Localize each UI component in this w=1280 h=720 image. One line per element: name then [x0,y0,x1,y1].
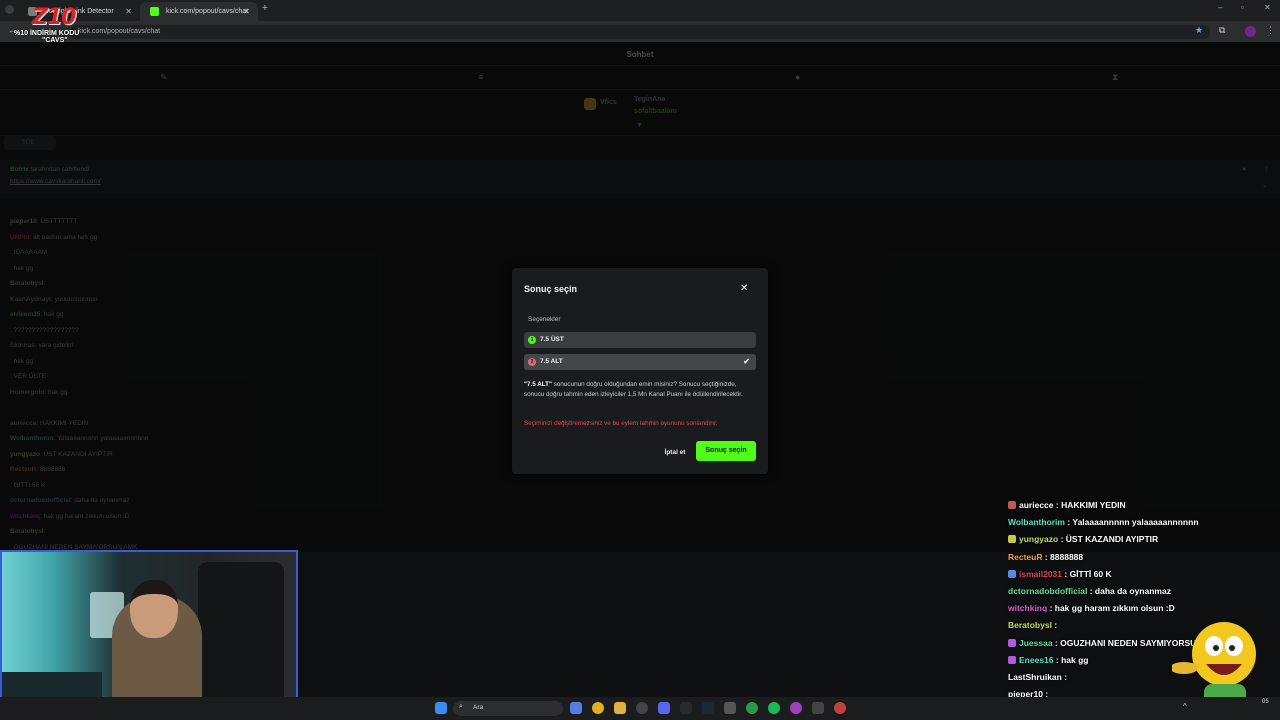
windows-taskbar: ⌕ Ara ^ 05 [0,697,1280,720]
option-label: 7.5 ALT [540,358,563,365]
overlay-chat-message: Wolbanthorim : Yalaaaannnnn yalaaaaannnn… [1008,517,1199,527]
option-7-5-alt[interactable]: 2 7.5 ALT ✔ [524,354,756,370]
app-icon[interactable] [812,702,824,714]
user-badge-icon [1008,638,1016,647]
logo-mark: Z10 [32,5,77,30]
address-bar-row: ← kick.com/popout/cavs/chat ★ ⧉ ⋮ [0,21,1280,42]
cancel-button[interactable]: İptal et [658,446,692,460]
webcam-head [130,580,178,638]
extensions-icon[interactable]: ⧉ [1219,25,1225,36]
profile-avatar[interactable] [1245,26,1256,37]
overlay-chat-message: Beratobysl : [1008,620,1057,630]
overlay-text: : hak gg haram zıkkım olsun :D [1049,603,1175,614]
options-label: Seçenekler [528,316,561,323]
user-badge-icon [1008,655,1016,664]
spotify-icon[interactable] [768,702,780,714]
user-badge-icon [1008,569,1016,578]
search-icon: ⌕ [459,703,463,710]
overlay-chat-message: dctornadobdofficial : daha da oynanmaz [1008,586,1171,596]
overlay-chat-message: yungyazo : ÜST KAZANDI AYIPTIR [1008,534,1158,544]
user-badge-icon [1008,501,1016,509]
search-placeholder: Ara [473,704,484,711]
overlay-chat-message: witchkinq : hak gg haram zıkkım olsun :D [1008,603,1175,613]
clock[interactable]: 05 [1262,699,1269,705]
overlay-text: : GİTTİ 60 K [1064,568,1112,579]
overlay-username: Beratobysl [1008,620,1055,631]
confirmation-body: sonucunun doğru olduğundan emin misiniz?… [524,381,743,398]
chrome-icon[interactable] [592,702,604,714]
overlay-text: : [1064,672,1068,682]
maximize-icon[interactable]: ▫ [1241,3,1244,12]
url-field[interactable]: kick.com/popout/cavs/chat [70,25,1210,39]
tab-title: kick.com/popout/cavs/chat [166,8,249,15]
warning-text: Seçiminizi değiştiremezsiniz ve bu eylem… [524,420,718,427]
overlay-username: RecteuR [1008,551,1045,562]
browser-icon[interactable] [790,702,802,714]
overlay-text: : 8888888 [1044,551,1084,562]
overlay-username: witchkinq [1008,603,1050,614]
close-tab-icon[interactable]: ✕ [125,7,132,16]
overlay-chat-message: ismail2031 : GİTTİ 60 K [1008,569,1112,579]
close-window-icon[interactable]: ✕ [1264,3,1271,12]
overlay-username: LastShruikan [1008,672,1065,682]
overlay-username: dctornadobdofficial [1008,586,1090,596]
obs-icon[interactable] [636,702,648,714]
streamer-webcam [0,550,298,720]
browser-tab-bar: BotSight Link Detector ✕ kick.com/popout… [0,0,1280,21]
overlay-text: : ÜST KAZANDI AYIPTIR [1060,534,1159,545]
user-badge-icon [1008,535,1016,544]
bookmark-star-icon[interactable]: ★ [1195,25,1203,36]
windows-start-icon[interactable] [435,702,447,714]
app-icon[interactable] [724,702,736,714]
overlay-username: yungyazo [1019,534,1061,545]
tab-menu-icon[interactable] [5,5,14,14]
modal-title: Sonuç seçin [524,284,578,294]
option-label: 7.5 ÜST [540,336,564,343]
overlay-chat-message: RecteuR : 8888888 [1008,552,1083,562]
overlay-username: auriecce [1019,500,1056,510]
sponsor-logo: Z10 %10 İNDİRİM KODU "CAVS" [14,5,80,45]
checkmark-icon: ✔ [743,357,750,366]
minimize-icon[interactable]: – [1218,3,1222,12]
new-tab-icon[interactable]: + [262,3,268,14]
option-number-badge: 1 [528,336,536,344]
overlay-text: : [1054,620,1058,631]
option-number-badge: 2 [528,358,536,366]
overlay-chat-message: LastShruikan : [1008,672,1067,682]
file-explorer-icon[interactable] [614,702,626,714]
close-tab-icon[interactable]: ✕ [243,7,250,16]
app-icon[interactable] [680,702,692,714]
kick-favicon-icon [150,7,159,16]
select-outcome-modal: Sonuç seçin ✕ Seçenekler 1 7.5 ÜST 2 7.5… [512,268,768,474]
browser-menu-icon[interactable]: ⋮ [1266,25,1275,36]
overlay-username: ismail2031 [1019,568,1065,579]
confirmation-text: "7.5 ALT" sonucunun doğru olduğundan emi… [524,380,758,399]
overlay-chat-message: auriecce : HAKKIMI YEDIN [1008,500,1126,510]
overlay-username: Enees16 [1019,654,1056,665]
option-7-5-ust[interactable]: 1 7.5 ÜST [524,332,756,348]
overlay-text: : HAKKIMI YEDIN [1055,500,1126,510]
overlay-username: Juessaa [1019,637,1055,648]
overlay-username: Wolbanthorim [1008,517,1068,528]
tab-kick-chat[interactable]: kick.com/popout/cavs/chat ✕ [140,2,258,21]
system-tray-chevron-icon[interactable]: ^ [1183,702,1187,711]
select-outcome-button[interactable]: Sonuç seçin [696,441,756,461]
app-icon[interactable] [746,702,758,714]
steam-icon[interactable] [702,702,714,714]
app-icon[interactable] [834,702,846,714]
taskbar-search[interactable]: ⌕ Ara [453,701,563,716]
discord-icon[interactable] [658,702,670,714]
copilot-icon[interactable] [570,702,582,714]
selected-option-name: "7.5 ALT" [524,381,553,388]
close-icon[interactable]: ✕ [740,283,748,294]
overlay-text: : hak gg [1055,654,1089,665]
logo-promo-line-1: %10 İNDİRİM KODU [14,30,80,37]
overlay-text: : daha da oynanmaz [1089,586,1171,596]
overlay-text: : Yalaaaannnnn yalaaaaannnnnn [1067,517,1199,528]
overlay-chat-message: Enees16 : hak gg [1008,655,1088,665]
